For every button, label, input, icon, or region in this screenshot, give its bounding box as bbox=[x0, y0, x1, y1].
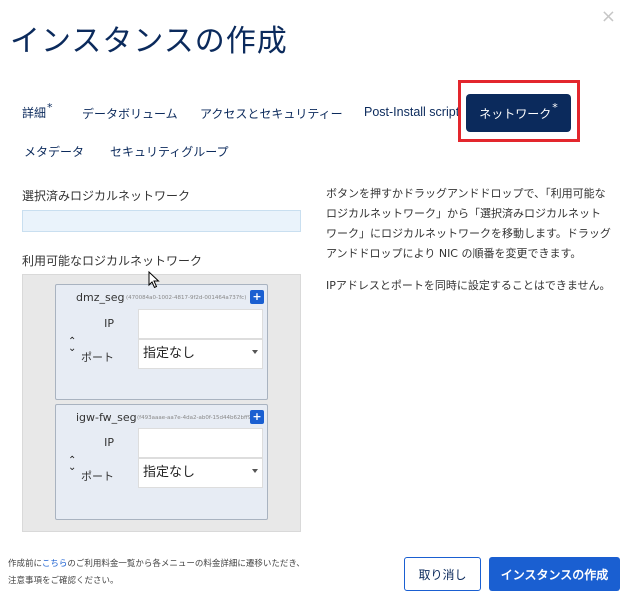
tab-details[interactable]: 詳細* bbox=[22, 101, 53, 121]
close-icon[interactable]: × bbox=[601, 6, 616, 27]
create-instance-button[interactable]: インスタンスの作成 bbox=[489, 557, 620, 591]
port-select-value: 指定なし bbox=[143, 346, 196, 361]
network-card[interactable]: dmz_seg (470084a0-1002-4817-9f2d-001464a… bbox=[55, 284, 268, 400]
ip-label: IP bbox=[104, 317, 114, 330]
cancel-button[interactable]: 取り消し bbox=[404, 557, 481, 591]
modal-header: インスタンスの作成 × bbox=[0, 0, 624, 70]
footer-note: 作成前にこちらのご利用料金一覧から各メニューの料金詳細に遷移いただき、 注意事項… bbox=[8, 556, 328, 590]
required-marker: * bbox=[552, 100, 558, 114]
network-name: dmz_seg bbox=[76, 291, 125, 304]
page-title: インスタンスの作成 bbox=[10, 24, 288, 59]
ip-label: IP bbox=[104, 436, 114, 449]
footer-note-text: 作成前に bbox=[8, 559, 42, 569]
help-text: ボタンを押すかドラッグアンドドロップで、「利用可能なロジカルネットワーク」から「… bbox=[326, 184, 611, 308]
network-card[interactable]: igw-fw_seg (f493aaae-aa7e-4da2-ab0f-15d4… bbox=[55, 404, 268, 520]
add-network-button[interactable]: + bbox=[250, 290, 264, 304]
footer-note-text: 注意事項をご確認ください。 bbox=[8, 576, 119, 586]
network-name: igw-fw_seg bbox=[76, 411, 137, 424]
port-select[interactable]: 指定なし bbox=[138, 458, 263, 488]
tab-security-group[interactable]: セキュリティグループ bbox=[110, 143, 229, 160]
required-marker: * bbox=[47, 101, 53, 114]
footer-note-text: のご利用料金一覧から各メニューの料金詳細に遷移いただき、 bbox=[67, 559, 305, 569]
network-id: (f493aaae-aa7e-4da2-ab0f-15d44b62bff9) bbox=[137, 415, 254, 421]
network-id: (470084a0-1002-4817-9f2d-001464a737fc) bbox=[126, 295, 247, 301]
help-paragraph: IPアドレスとポートを同時に設定することはできません。 bbox=[326, 279, 611, 292]
port-select[interactable]: 指定なし bbox=[138, 339, 263, 369]
tab-details-label: 詳細 bbox=[22, 106, 47, 120]
port-label: ポート bbox=[81, 351, 114, 364]
chevron-down-icon bbox=[252, 350, 258, 354]
tab-access-security[interactable]: アクセスとセキュリティー bbox=[200, 105, 343, 122]
tab-post-install-script[interactable]: Post-Install script bbox=[364, 105, 459, 119]
selected-networks-dropzone[interactable] bbox=[22, 210, 301, 232]
ip-input[interactable] bbox=[138, 428, 263, 458]
tab-post-install-script-label: Post-Install script bbox=[364, 105, 460, 119]
tab-network-label: ネットワーク bbox=[479, 106, 552, 121]
tab-data-volume[interactable]: データボリューム bbox=[82, 105, 178, 122]
pricing-link[interactable]: こちら bbox=[42, 559, 68, 569]
tab-network[interactable]: ネットワーク * bbox=[467, 95, 570, 131]
tab-access-security-label: アクセスとセキュリティー bbox=[200, 107, 343, 121]
port-label: ポート bbox=[81, 470, 114, 483]
tab-security-group-label: セキュリティグループ bbox=[110, 145, 229, 159]
add-network-button[interactable]: + bbox=[250, 410, 264, 424]
selected-networks-label: 選択済みロジカルネットワーク bbox=[22, 189, 191, 203]
ip-input[interactable] bbox=[138, 309, 263, 339]
tab-metadata[interactable]: メタデータ bbox=[24, 143, 84, 160]
tab-metadata-label: メタデータ bbox=[24, 145, 85, 159]
chevron-down-icon bbox=[252, 469, 258, 473]
mouse-pointer-icon bbox=[148, 271, 160, 289]
available-networks-label: 利用可能なロジカルネットワーク bbox=[22, 254, 203, 268]
tab-data-volume-label: データボリューム bbox=[82, 107, 178, 121]
port-select-value: 指定なし bbox=[143, 465, 196, 480]
help-paragraph: ボタンを押すかドラッグアンドドロップで、「利用可能なロジカルネットワーク」から「… bbox=[326, 187, 611, 260]
